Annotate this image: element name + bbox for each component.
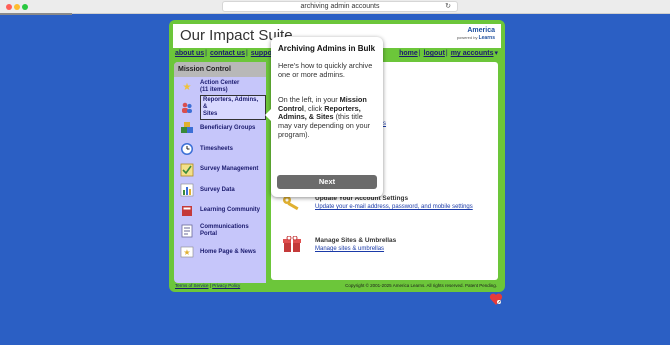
sidebar-item-beneficiary-groups[interactable]: Beneficiary Groups <box>174 118 266 139</box>
left-links: about us| contact us| support <box>175 50 277 57</box>
logo-name-top: America <box>467 27 495 34</box>
sidebar-item-timesheets[interactable]: Timesheets <box>174 139 266 160</box>
gift-icon <box>281 236 303 254</box>
about-us-link[interactable]: about us <box>175 50 204 57</box>
sidebar-item-label: Action Center <box>200 80 240 87</box>
sidebar-item-label: Communications <box>200 224 249 231</box>
svg-text:↗: ↗ <box>497 300 500 305</box>
svg-text:★: ★ <box>183 248 190 257</box>
sidebar-item-sublabel: Portal <box>200 231 218 238</box>
sidebar-item-learning-community[interactable]: Learning Community <box>174 201 266 222</box>
address-bar[interactable]: archiving admin accounts ↻ <box>222 1 458 12</box>
clock-icon <box>180 142 194 156</box>
copyright-text: Copyright © 2001-2025 America Learns. Al… <box>345 283 497 288</box>
manage-sites-title: Manage Sites & Umbrellas <box>315 237 397 244</box>
sidebar-item-reporters-admins-sites[interactable]: Reporters, Admins, & Sites <box>174 95 266 121</box>
right-links: home| logout| my accounts▾ <box>399 50 498 57</box>
sidebar-item-communications-portal[interactable]: Communications Portal <box>174 221 266 242</box>
mission-control-header: Mission Control <box>174 62 266 77</box>
tour-popover: Archiving Admins in Bulk Here's how to q… <box>265 37 383 197</box>
logo-powered-by: powered by <box>456 35 478 40</box>
sidebar-item-sublabel: (11 items) <box>200 87 228 94</box>
popover-title: Archiving Admins in Bulk <box>278 44 376 53</box>
account-settings-link[interactable]: Update your e-mail address, password, an… <box>315 203 473 211</box>
active-tab-indicator <box>0 13 72 15</box>
reload-icon[interactable]: ↻ <box>445 2 451 12</box>
my-accounts-link[interactable]: my accounts <box>451 50 494 57</box>
document-icon <box>180 224 194 238</box>
sidebar-item-label: Timesheets <box>200 145 233 152</box>
manage-sites-link[interactable]: Manage sites & umbrellas <box>315 245 396 253</box>
sidebar-item-label: Learning Community <box>200 207 261 214</box>
sidebar-item-label: Survey Data <box>200 186 235 193</box>
news-icon: ★ <box>180 245 194 259</box>
logo-subline: powered by Learns <box>457 35 495 41</box>
address-text: archiving admin accounts <box>300 3 380 10</box>
sidebar-item-label: Beneficiary Groups <box>200 124 256 131</box>
book-icon <box>180 204 194 218</box>
maximize-window-button[interactable] <box>22 4 28 10</box>
home-link[interactable]: home <box>399 50 418 57</box>
close-window-button[interactable] <box>6 4 12 10</box>
bar-chart-icon <box>180 183 194 197</box>
footer: Terms of Service | Privacy Policy Copyri… <box>175 283 497 288</box>
minimize-window-button[interactable] <box>14 4 20 10</box>
logo-name-bottom: Learns <box>478 35 495 41</box>
sidebar-item-label: Reporters, Admins, & <box>203 97 259 111</box>
mission-control-sidebar: Mission Control ★ Action Center (11 items… <box>174 62 266 283</box>
sidebar-item-label: Home Page & News <box>200 248 257 255</box>
logout-link[interactable]: logout <box>424 50 445 57</box>
manage-sites-section: Manage Sites & Umbrellas Manage sites & … <box>281 236 396 254</box>
sidebar-item-survey-data[interactable]: Survey Data <box>174 180 266 201</box>
america-learns-logo: America powered by Learns <box>457 27 495 41</box>
popover-intro: Here's how to quickly archive one or mor… <box>278 61 373 79</box>
sidebar-item-survey-management[interactable]: Survey Management <box>174 159 266 180</box>
popover-arrow <box>265 109 271 121</box>
contact-us-link[interactable]: contact us <box>210 50 245 57</box>
terms-link[interactable]: Terms of Service <box>175 283 209 288</box>
privacy-link[interactable]: Privacy Policy <box>212 283 240 288</box>
star-icon: ★ <box>182 81 192 93</box>
blocks-icon <box>180 121 194 135</box>
sidebar-item-label: Survey Management <box>200 166 259 173</box>
sidebar-item-home-page-news[interactable]: ★ Home Page & News <box>174 242 266 263</box>
heart-icon[interactable]: ↗ <box>489 292 503 306</box>
next-button[interactable]: Next <box>277 175 377 189</box>
checklist-icon <box>180 163 194 177</box>
people-icon <box>180 101 194 115</box>
popover-instructions: On the left, in your Mission Control, cl… <box>278 95 371 139</box>
browser-toolbar: archiving admin accounts ↻ <box>0 0 670 14</box>
